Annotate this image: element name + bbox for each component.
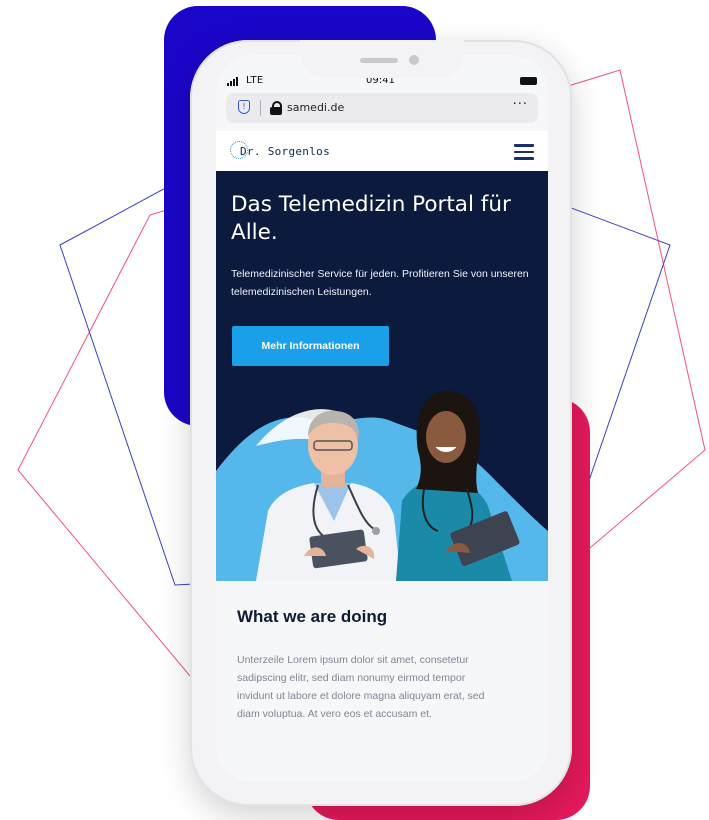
section-body: Unterzeile Lorem ipsum dolor sit amet, c… bbox=[237, 654, 485, 720]
site-logo[interactable]: Dr. Sorgenlos bbox=[240, 145, 330, 158]
shield-icon[interactable]: ! bbox=[238, 100, 250, 114]
front-camera bbox=[409, 55, 419, 65]
section-title: What we are doing bbox=[237, 607, 388, 626]
signal-icon bbox=[227, 76, 238, 86]
lock-icon bbox=[270, 101, 282, 115]
url-text[interactable]: samedi.de bbox=[287, 101, 344, 114]
more-icon[interactable]: ··· bbox=[513, 97, 528, 112]
doctors-photo bbox=[216, 391, 548, 581]
info-section: What we are doing Unterzeile Lorem ipsum… bbox=[216, 581, 548, 782]
speaker-grille bbox=[360, 58, 398, 63]
female-doctor-face bbox=[426, 411, 466, 463]
site-header: Dr. Sorgenlos bbox=[216, 131, 548, 171]
battery-icon bbox=[520, 77, 537, 85]
divider bbox=[260, 100, 261, 116]
menu-icon[interactable] bbox=[514, 144, 534, 160]
phone-screen: LTE 09:41 ! samedi.de ··· Dr. Sorgenlos … bbox=[216, 55, 548, 782]
hero-section: Das Telemedizin Portal für Alle. Telemed… bbox=[216, 171, 548, 581]
more-info-button[interactable]: Mehr Informationen bbox=[232, 326, 389, 366]
carrier-label: LTE bbox=[246, 75, 264, 86]
hero-subtitle: Telemedizinischer Service für jeden. Pro… bbox=[231, 268, 529, 298]
browser-address-bar[interactable]: ! samedi.de ··· bbox=[226, 93, 538, 123]
hero-title: Das Telemedizin Portal für Alle. bbox=[231, 192, 511, 245]
